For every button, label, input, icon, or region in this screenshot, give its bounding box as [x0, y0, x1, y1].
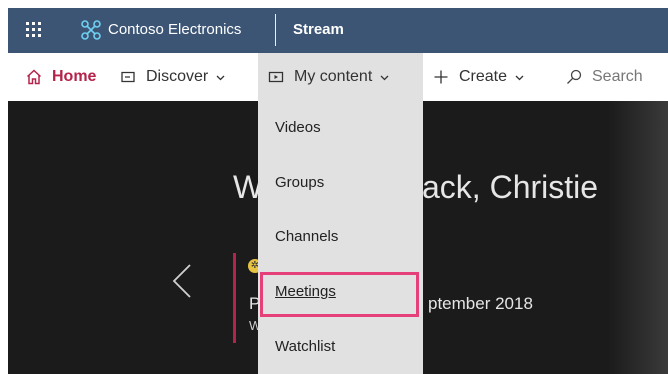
nav-create-label: Create [459, 68, 508, 85]
nav-home[interactable]: Home [26, 53, 96, 101]
welcome-heading-end: ack, Christie [422, 169, 599, 205]
video-icon [268, 71, 284, 83]
feature-title-end: ptember 2018 [428, 294, 533, 313]
nav-discover-label: Discover [146, 68, 209, 85]
search-placeholder: Search [592, 68, 643, 85]
chevron-down-icon [216, 75, 225, 80]
chevron-down-icon [515, 75, 524, 80]
discover-icon [121, 71, 135, 83]
suite-header: Contoso Electronics Stream [8, 8, 668, 53]
home-icon [26, 69, 42, 85]
nav-create[interactable]: Create [433, 53, 524, 101]
chevron-down-icon [380, 75, 389, 80]
my-content-menu: Videos Groups Channels Meetings Watchlis… [258, 101, 423, 374]
search-icon [567, 69, 582, 84]
main-nav: Home Discover My content Create Search [8, 53, 668, 101]
app-name[interactable]: Stream [293, 20, 344, 40]
plus-icon [434, 70, 448, 84]
menu-item-groups[interactable]: Groups [258, 168, 423, 198]
nav-my-content[interactable]: My content [258, 53, 423, 101]
app-launcher-icon[interactable] [26, 22, 42, 38]
suite-divider [275, 14, 276, 46]
menu-item-watchlist[interactable]: Watchlist [258, 332, 423, 362]
chevron-left-icon[interactable] [170, 263, 194, 299]
contoso-logo-icon [81, 20, 101, 40]
feature-accent-bar [233, 253, 236, 343]
org-name[interactable]: Contoso Electronics [108, 20, 241, 40]
nav-discover[interactable]: Discover [120, 53, 225, 101]
menu-item-channels[interactable]: Channels [258, 222, 423, 252]
nav-my-content-label: My content [294, 68, 373, 85]
meetings-highlight-box [260, 272, 419, 317]
nav-home-label: Home [52, 68, 97, 85]
hero-backdrop [608, 101, 668, 374]
search-box[interactable]: Search [566, 53, 643, 101]
menu-item-videos[interactable]: Videos [258, 113, 423, 143]
